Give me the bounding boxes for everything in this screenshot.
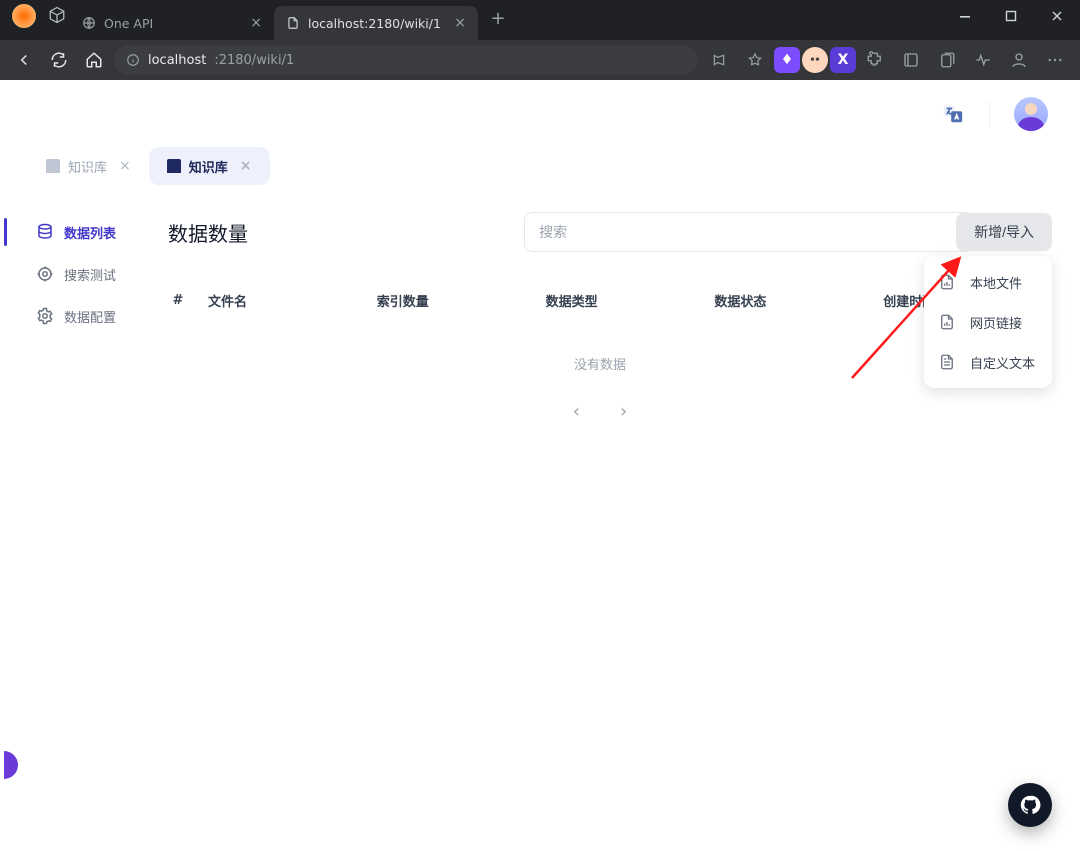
bookmark-icon [167, 159, 181, 173]
collections-icon[interactable] [930, 45, 964, 75]
dropdown-item-custom-text[interactable]: 自定义文本 [924, 342, 1052, 382]
avatar[interactable] [1014, 97, 1048, 131]
read-aloud-icon[interactable] [702, 45, 736, 75]
address-bar: localhost :2180/wiki/1 ♦ X [0, 40, 1080, 80]
browser-tab-localhost[interactable]: localhost:2180/wiki/1 × [274, 6, 478, 40]
col-data-status: 数据状态 [714, 291, 883, 310]
table-header: # 文件名 索引数量 数据类型 数据状态 创建时间 [148, 282, 1052, 318]
cube-icon [48, 6, 66, 24]
page-title: 数据数量 [148, 218, 248, 247]
extension-3[interactable]: X [830, 47, 856, 73]
viewport: 知识库 × 知识库 × 数据列表 [0, 80, 1080, 851]
dropdown-item-label: 网页链接 [970, 313, 1022, 332]
globe-icon [82, 16, 96, 30]
title-bar: One API × localhost:2180/wiki/1 × + [0, 0, 1080, 40]
more-icon[interactable] [1038, 45, 1072, 75]
favorite-icon[interactable] [738, 45, 772, 75]
browser-tab-label: One API [104, 16, 153, 31]
window-close-button[interactable] [1034, 0, 1080, 32]
add-import-dropdown: 本地文件 网页链接 自定义文本 [924, 256, 1052, 388]
close-icon[interactable]: × [250, 16, 262, 30]
sidebar-item-data-config[interactable]: 数据配置 [28, 296, 148, 336]
pager-prev[interactable]: ‹ [573, 401, 580, 422]
database-icon [36, 223, 54, 241]
browser-tab-label: localhost:2180/wiki/1 [308, 16, 441, 31]
col-filename: 文件名 [208, 291, 377, 310]
extensions-icon[interactable] [858, 45, 892, 75]
close-icon[interactable]: × [240, 158, 252, 174]
page-tab-label: 知识库 [189, 157, 228, 176]
page-tab-active[interactable]: 知识库 × [149, 147, 270, 185]
dropdown-item-local-file[interactable]: 本地文件 [924, 262, 1052, 302]
app-icon [12, 4, 36, 28]
omnibox[interactable]: localhost :2180/wiki/1 [114, 45, 698, 75]
col-index: # [148, 291, 208, 310]
maximize-button[interactable] [988, 0, 1034, 32]
url-path: :2180/wiki/1 [214, 53, 294, 68]
sidebar: 数据列表 搜索测试 数据配置 [28, 212, 148, 851]
home-button[interactable] [79, 45, 110, 75]
close-icon[interactable]: × [454, 16, 466, 30]
github-icon [1019, 794, 1041, 816]
file-text-icon [938, 353, 956, 371]
bookmark-icon [46, 159, 60, 173]
page-tabs: 知识库 × 知识库 × [4, 144, 1076, 188]
page-icon [286, 16, 300, 30]
sidebar-item-label: 数据列表 [64, 223, 116, 242]
search-box [524, 212, 944, 252]
toolbar-right: ♦ X [702, 45, 1072, 75]
gear-icon [36, 307, 54, 325]
translate-icon[interactable] [941, 102, 965, 126]
new-tab-button[interactable]: + [484, 4, 512, 32]
dropdown-item-web-link[interactable]: 网页链接 [924, 302, 1052, 342]
browser-tab-oneapi[interactable]: One API × [70, 6, 274, 40]
extension-2[interactable] [802, 47, 828, 73]
sidebar-item-data-list[interactable]: 数据列表 [28, 212, 148, 252]
target-icon [36, 265, 54, 283]
main: 数据数量 新增/导入 本地文件 [148, 212, 1052, 851]
sidebar-item-search-test[interactable]: 搜索测试 [28, 254, 148, 294]
page-tab-inactive[interactable]: 知识库 × [28, 147, 149, 185]
col-index-count: 索引数量 [377, 291, 546, 310]
page: 知识库 × 知识库 × 数据列表 [0, 80, 1080, 851]
dropdown-item-label: 自定义文本 [970, 353, 1035, 372]
url-host: localhost [148, 53, 206, 68]
pager-next[interactable]: › [620, 401, 627, 422]
page-inner: 知识库 × 知识库 × 数据列表 [4, 84, 1076, 851]
close-icon[interactable]: × [119, 158, 131, 174]
page-header [4, 84, 1076, 144]
refresh-button[interactable] [43, 45, 74, 75]
file-link-icon [938, 313, 956, 331]
minimize-button[interactable] [942, 0, 988, 32]
page-tab-label: 知识库 [68, 157, 107, 176]
profile-icon[interactable] [1002, 45, 1036, 75]
empty-state: 没有数据 [148, 318, 1052, 383]
header-divider [989, 101, 990, 127]
col-data-type: 数据类型 [546, 291, 715, 310]
info-icon [126, 53, 140, 67]
heartbeat-icon[interactable] [966, 45, 1000, 75]
back-button[interactable] [8, 45, 39, 75]
favorites-bar-icon[interactable] [894, 45, 928, 75]
browser-window: One API × localhost:2180/wiki/1 × + [0, 0, 1080, 851]
add-import-button[interactable]: 新增/导入 [956, 213, 1052, 251]
search-input[interactable] [524, 212, 974, 252]
browser-tabs: One API × localhost:2180/wiki/1 × + [0, 0, 942, 40]
sidebar-item-label: 搜索测试 [64, 265, 116, 284]
github-fab[interactable] [1008, 783, 1052, 827]
extension-1[interactable]: ♦ [774, 47, 800, 73]
dropdown-item-label: 本地文件 [970, 273, 1022, 292]
pager: ‹ › [148, 383, 1052, 440]
file-bar-icon [938, 273, 956, 291]
sidebar-item-label: 数据配置 [64, 307, 116, 326]
content: 数据列表 搜索测试 数据配置 数 [4, 188, 1076, 851]
window-controls [942, 0, 1080, 40]
top-row: 数据数量 新增/导入 本地文件 [148, 212, 1052, 252]
